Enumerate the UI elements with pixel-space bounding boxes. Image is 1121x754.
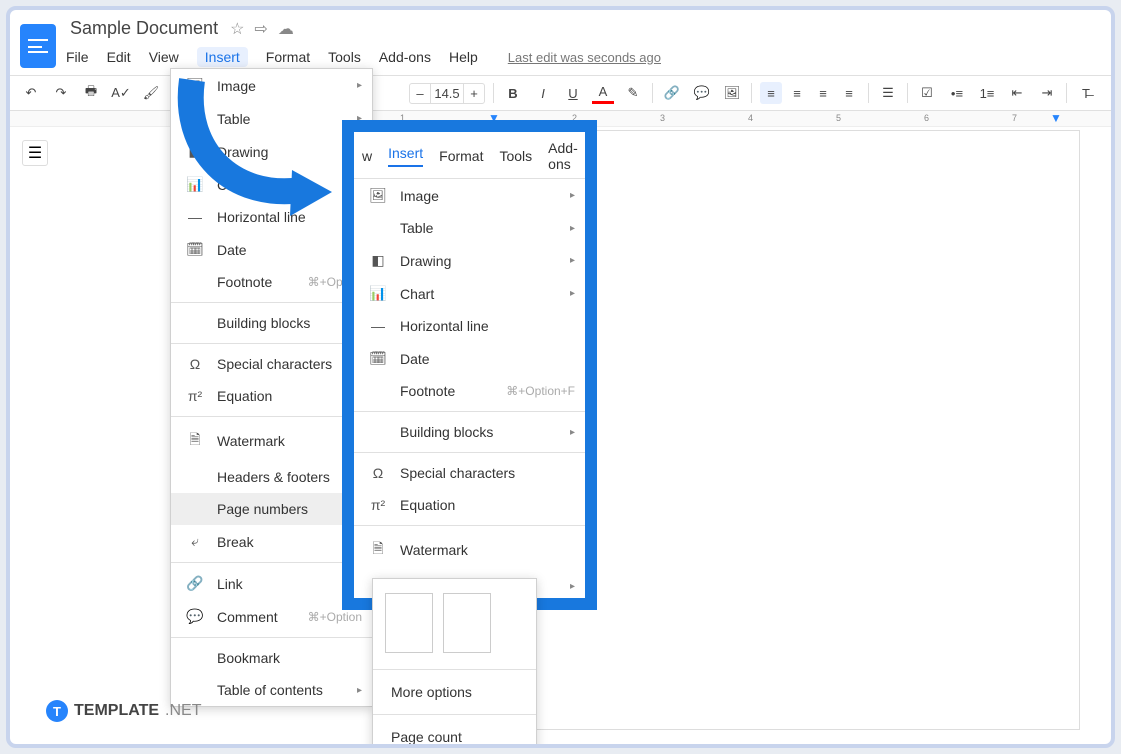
font-size-control: – 14.5 + [409, 83, 485, 104]
callout-view[interactable]: w [362, 148, 372, 164]
numbered-list-icon[interactable]: 1≡ [976, 82, 998, 104]
redo-icon[interactable]: ↷ [50, 82, 72, 104]
callout-footnote[interactable]: Footnote⌘+Option+F [354, 375, 585, 407]
page-count[interactable]: Page count [373, 719, 536, 748]
align-justify-icon[interactable]: ≡ [838, 82, 860, 104]
bulleted-list-icon[interactable]: •≡ [946, 82, 968, 104]
hline-icon: — [185, 209, 205, 225]
indent-decrease-icon[interactable]: ⇤ [1006, 82, 1028, 104]
menu-edit[interactable]: Edit [107, 49, 131, 65]
menu-format[interactable]: Format [266, 49, 310, 65]
menu-help[interactable]: Help [449, 49, 478, 65]
comment-icon[interactable]: 💬 [691, 82, 713, 104]
paint-format-icon[interactable]: 🖌 [140, 82, 162, 104]
line-spacing-icon[interactable]: ☰ [877, 82, 899, 104]
image-icon: 🖼 [185, 77, 205, 94]
docs-logo-icon[interactable] [20, 24, 56, 68]
last-edit-text[interactable]: Last edit was seconds ago [508, 50, 661, 65]
bold-button[interactable]: B [502, 82, 524, 104]
italic-button[interactable]: I [532, 82, 554, 104]
align-center-icon[interactable]: ≡ [786, 82, 808, 104]
checklist-icon[interactable]: ☑ [916, 82, 938, 104]
font-size-value[interactable]: 14.5 [430, 84, 464, 103]
callout-drawing[interactable]: ◧Drawing▸ [354, 244, 585, 277]
callout-watermark[interactable]: 🗎Watermark [354, 530, 585, 570]
more-options[interactable]: More options [373, 674, 536, 710]
insert-image[interactable]: 🖼Image▸ [171, 69, 372, 102]
document-title[interactable]: Sample Document [66, 16, 222, 41]
indent-increase-icon[interactable]: ⇥ [1036, 82, 1058, 104]
callout-tools[interactable]: Tools [499, 148, 532, 164]
callout-insert[interactable]: Insert [388, 145, 423, 167]
callout-addons[interactable]: Add-ons [548, 140, 578, 172]
menu-view[interactable]: View [149, 49, 179, 65]
highlight-icon[interactable]: ✎ [622, 82, 644, 104]
clear-formatting-icon[interactable]: T̶ [1075, 82, 1097, 104]
template-net-watermark: T TEMPLATE.NET [46, 700, 201, 722]
pagenum-option-2[interactable] [443, 593, 491, 653]
menu-insert[interactable]: Insert [197, 47, 248, 67]
page-numbers-submenu: More options Page count [372, 578, 537, 748]
undo-icon[interactable]: ↶ [20, 82, 42, 104]
insert-bookmark[interactable]: Bookmark [171, 642, 372, 674]
break-icon: ⤶ [185, 533, 205, 550]
print-icon[interactable]: 🖶 [80, 82, 102, 104]
font-size-plus[interactable]: + [464, 86, 484, 101]
callout-help[interactable]: H [594, 148, 597, 164]
t-logo-icon: T [46, 700, 68, 722]
text-color-button[interactable]: A [592, 82, 614, 104]
align-right-icon[interactable]: ≡ [812, 82, 834, 104]
omega-icon: Ω [185, 356, 205, 372]
date-icon: 🗓 [185, 241, 205, 258]
menu-file[interactable]: File [66, 49, 89, 65]
watermark-icon: 🗎 [185, 429, 205, 453]
move-icon[interactable]: ⇨ [254, 19, 267, 39]
link-icon[interactable]: 🔗 [661, 82, 683, 104]
comment-icon: 💬 [185, 608, 205, 625]
spellcheck-icon[interactable]: A✓ [110, 82, 132, 104]
font-size-minus[interactable]: – [410, 86, 430, 101]
callout-table[interactable]: Table▸ [354, 212, 585, 244]
star-icon[interactable]: ☆ [230, 19, 244, 39]
cloud-icon: ☁ [278, 19, 294, 39]
callout-building[interactable]: Building blocks▸ [354, 416, 585, 448]
link-icon: 🔗 [185, 575, 205, 592]
insert-menu-callout: w Insert Format Tools Add-ons H 🖼Image▸ … [342, 120, 597, 610]
callout-chart[interactable]: 📊Chart▸ [354, 277, 585, 310]
chart-icon: 📊 [185, 176, 205, 193]
callout-equation[interactable]: π²Equation [354, 489, 585, 521]
drawing-icon: ◧ [185, 143, 205, 160]
menu-tools[interactable]: Tools [328, 49, 361, 65]
menu-addons[interactable]: Add-ons [379, 49, 431, 65]
image-icon[interactable]: 🖼 [721, 82, 743, 104]
align-left-icon[interactable]: ≡ [760, 82, 782, 104]
callout-hline[interactable]: —Horizontal line [354, 310, 585, 342]
callout-format[interactable]: Format [439, 148, 483, 164]
callout-image[interactable]: 🖼Image▸ [354, 179, 585, 212]
callout-date[interactable]: 🗓Date [354, 342, 585, 375]
callout-special[interactable]: ΩSpecial characters [354, 457, 585, 489]
outline-toggle-icon[interactable]: ☰ [22, 140, 48, 166]
pagenum-option-1[interactable] [385, 593, 433, 653]
pi-icon: π² [185, 388, 205, 404]
table-icon: ▦ [185, 110, 205, 127]
underline-button[interactable]: U [562, 82, 584, 104]
